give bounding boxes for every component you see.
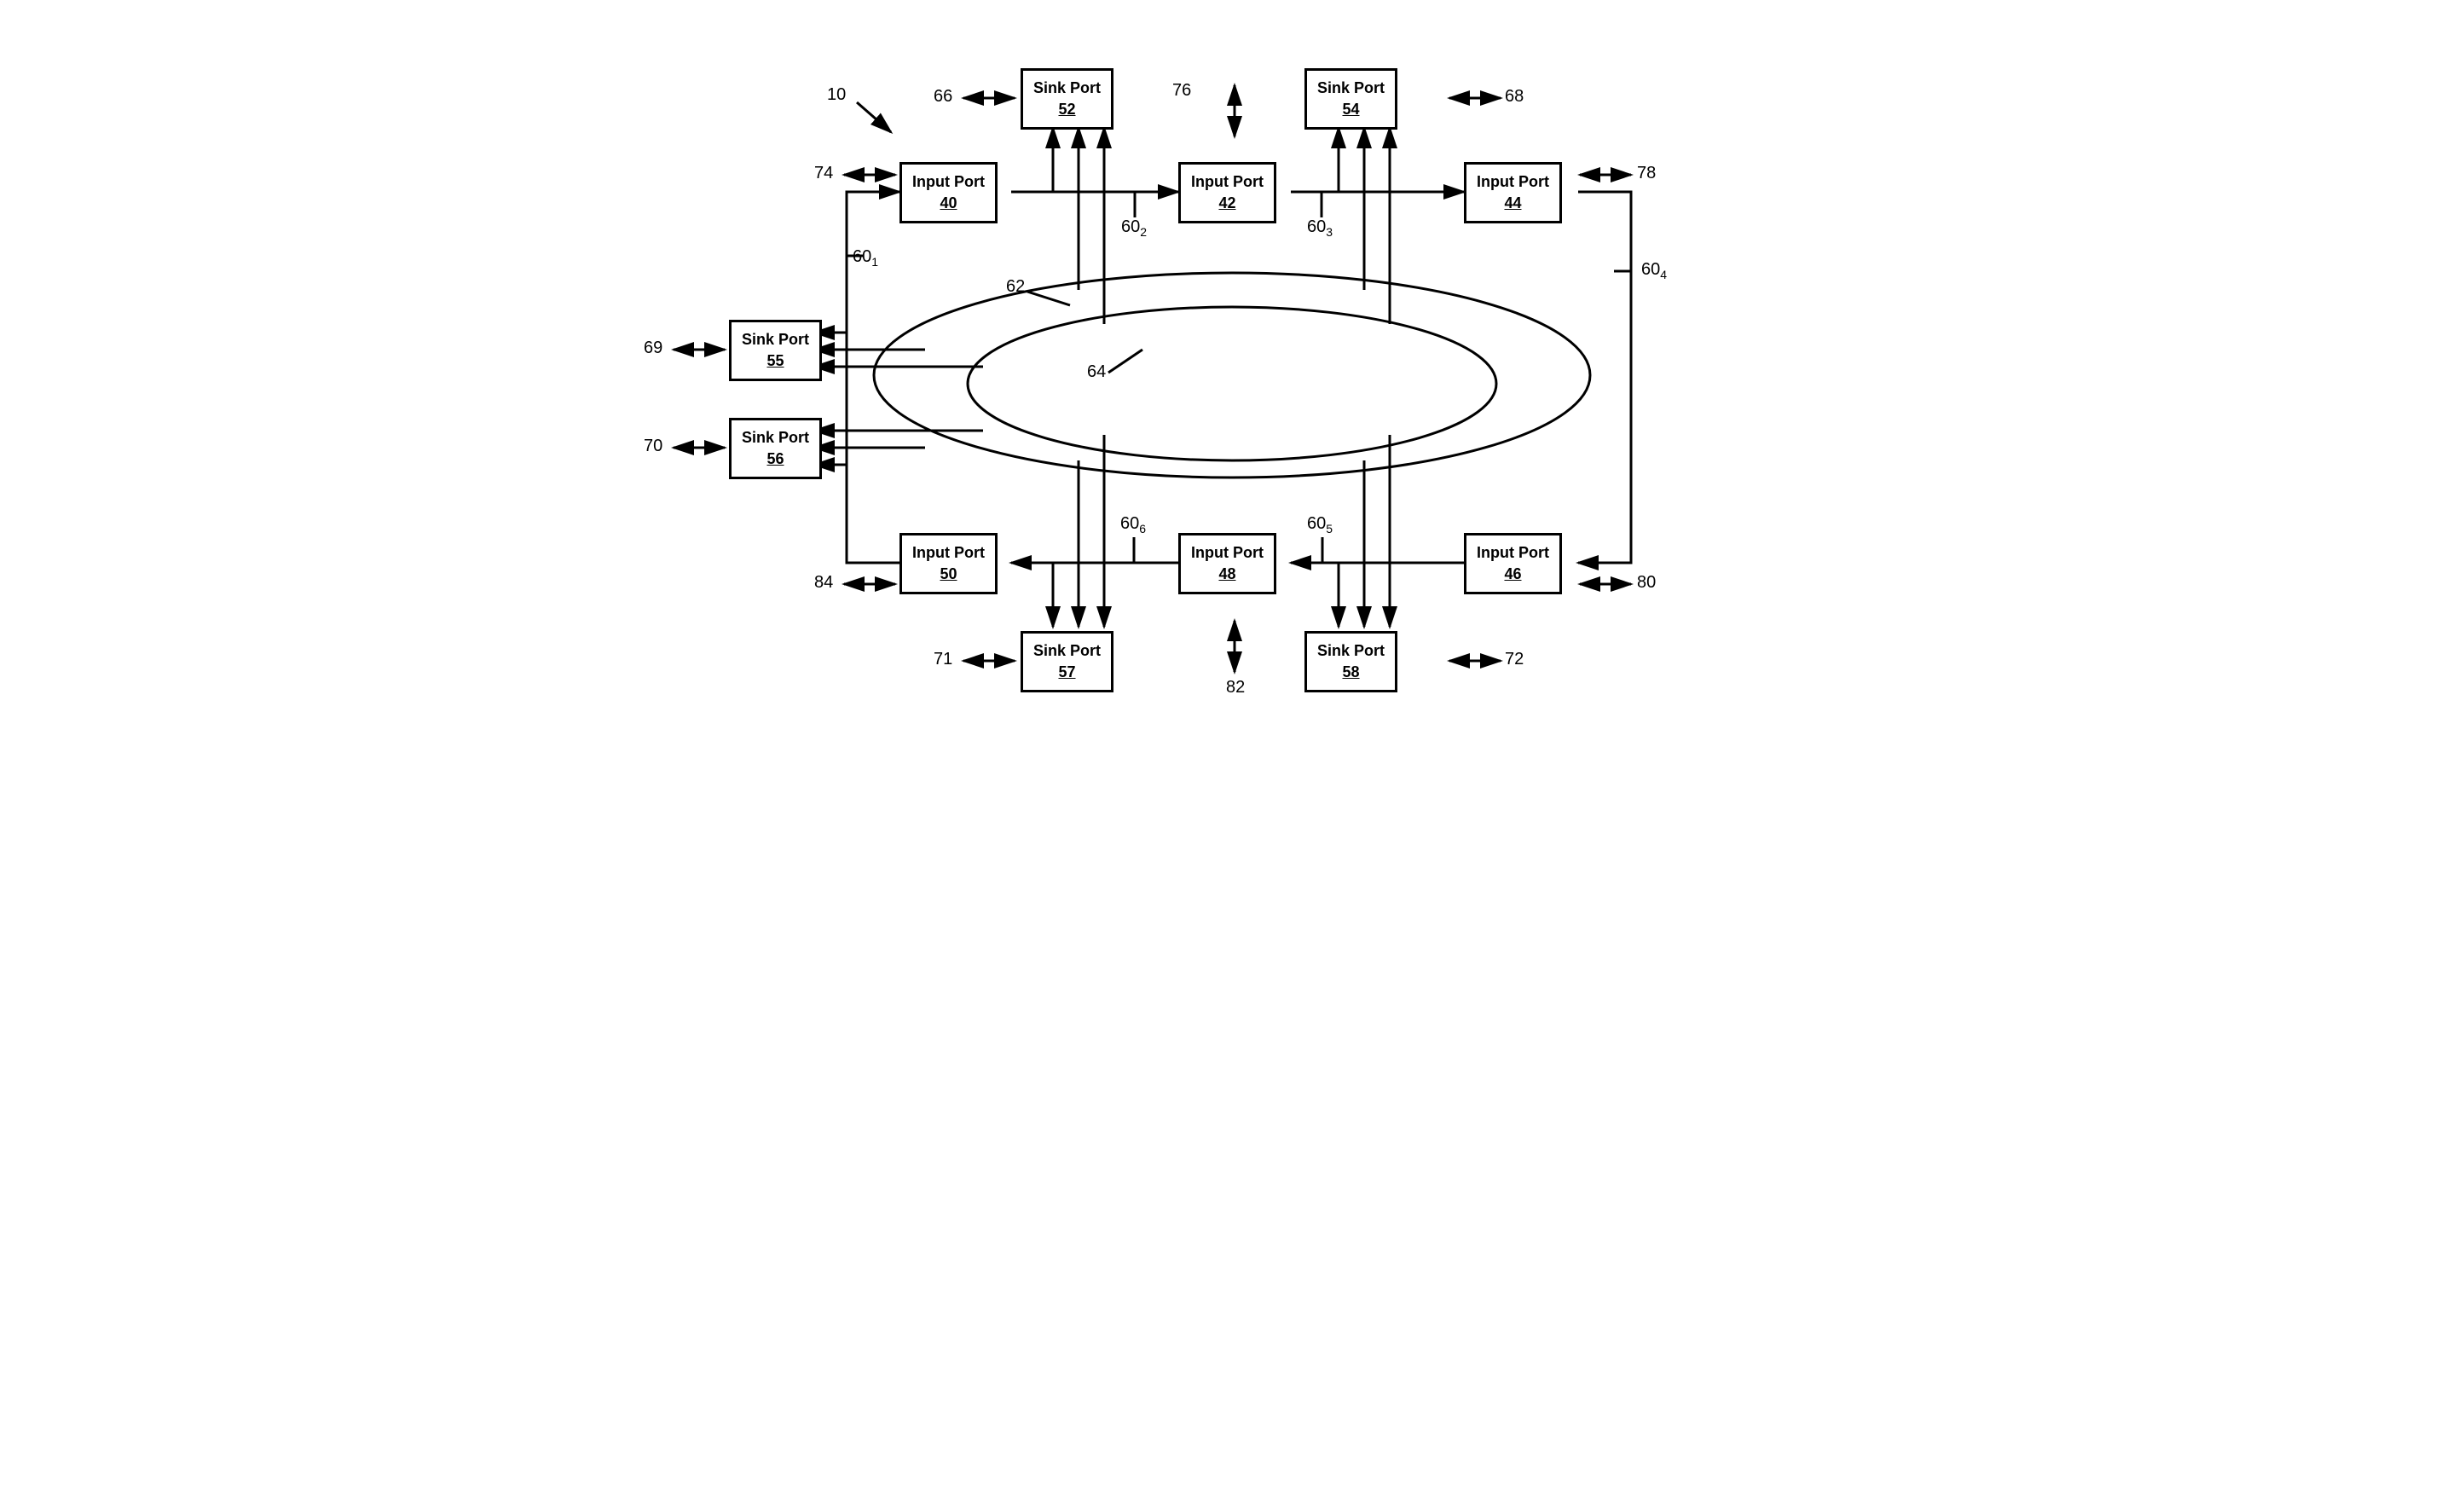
ref-69: 69 — [644, 339, 662, 358]
port-number: 57 — [1033, 662, 1101, 683]
port-number: 54 — [1317, 99, 1385, 120]
sink-port-55: Sink Port 55 — [729, 320, 822, 381]
port-number: 46 — [1477, 564, 1549, 585]
ref-604: 604 — [1641, 260, 1667, 281]
port-label: Sink Port — [1033, 640, 1101, 662]
ref-78: 78 — [1637, 164, 1656, 183]
sink-port-52: Sink Port 52 — [1021, 68, 1113, 130]
ref-76: 76 — [1172, 81, 1191, 101]
port-label: Sink Port — [742, 329, 809, 350]
port-number: 42 — [1191, 193, 1264, 214]
sink-port-56: Sink Port 56 — [729, 418, 822, 479]
ref-84: 84 — [814, 573, 833, 593]
port-number: 40 — [912, 193, 985, 214]
port-number: 58 — [1317, 662, 1385, 683]
sink-port-54: Sink Port 54 — [1304, 68, 1397, 130]
ref-66: 66 — [934, 87, 952, 107]
ref-70: 70 — [644, 437, 662, 456]
ref-62: 62 — [1006, 277, 1025, 297]
port-number: 48 — [1191, 564, 1264, 585]
ref-68: 68 — [1505, 87, 1524, 107]
sink-port-57: Sink Port 57 — [1021, 631, 1113, 692]
port-number: 55 — [742, 350, 809, 372]
ref-10: 10 — [827, 85, 846, 105]
ref-72: 72 — [1505, 650, 1524, 669]
port-label: Sink Port — [742, 427, 809, 449]
port-label: Sink Port — [1317, 78, 1385, 99]
port-number: 44 — [1477, 193, 1549, 214]
ref-80: 80 — [1637, 573, 1656, 593]
port-number: 56 — [742, 449, 809, 470]
ref-602: 602 — [1121, 217, 1147, 239]
port-label: Input Port — [912, 171, 985, 193]
diagram-container: Sink Port 52 Sink Port 54 Input Port 40 … — [635, 34, 1829, 759]
input-port-44: Input Port 44 — [1464, 162, 1562, 223]
port-label: Sink Port — [1033, 78, 1101, 99]
ref-82: 82 — [1226, 678, 1245, 698]
input-port-46: Input Port 46 — [1464, 533, 1562, 594]
port-number: 52 — [1033, 99, 1101, 120]
port-label: Input Port — [1191, 171, 1264, 193]
ref-603: 603 — [1307, 217, 1333, 239]
input-port-50: Input Port 50 — [899, 533, 998, 594]
port-label: Sink Port — [1317, 640, 1385, 662]
input-port-40: Input Port 40 — [899, 162, 998, 223]
input-port-42: Input Port 42 — [1178, 162, 1276, 223]
port-number: 50 — [912, 564, 985, 585]
port-label: Input Port — [1477, 542, 1549, 564]
ref-601: 601 — [853, 247, 878, 269]
ref-71: 71 — [934, 650, 952, 669]
input-port-48: Input Port 48 — [1178, 533, 1276, 594]
port-label: Input Port — [1191, 542, 1264, 564]
port-label: Input Port — [912, 542, 985, 564]
ref-606: 606 — [1120, 514, 1146, 535]
ref-605: 605 — [1307, 514, 1333, 535]
ref-74: 74 — [814, 164, 833, 183]
port-label: Input Port — [1477, 171, 1549, 193]
diagram-svg — [635, 34, 1829, 759]
sink-port-58: Sink Port 58 — [1304, 631, 1397, 692]
ref-64: 64 — [1087, 362, 1106, 382]
